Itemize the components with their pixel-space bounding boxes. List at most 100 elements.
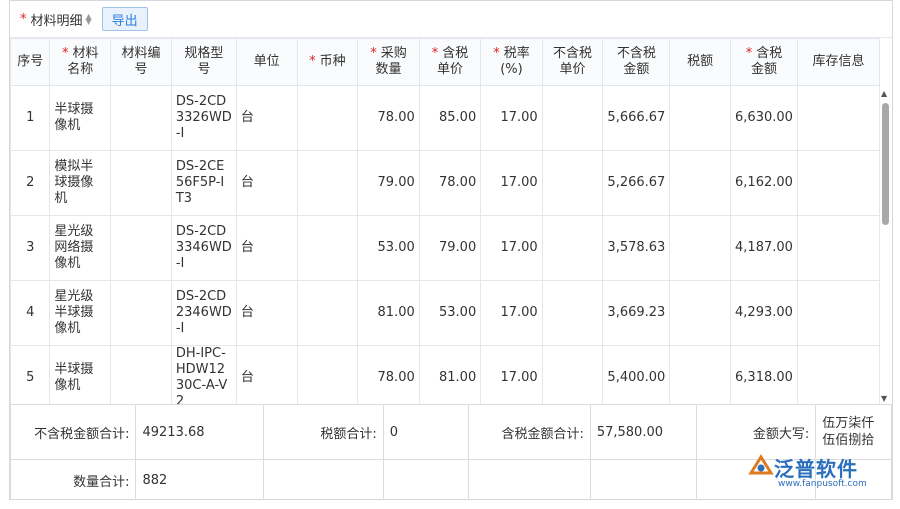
column-header[interactable]: 不含税 金额	[602, 38, 671, 86]
cell-name[interactable]: 半球摄 像机	[49, 345, 112, 404]
column-header[interactable]: * 材料 名称	[49, 38, 112, 86]
table-row[interactable]: 1 半球摄 像机 DS-2CD 3326WD -I 台 78.00 85.00 17.00 5…	[10, 85, 880, 151]
cell-unit[interactable]: 台	[235, 215, 298, 281]
cell-rate[interactable]: 17.00	[480, 280, 543, 346]
column-header[interactable]: * 含税 金额	[730, 38, 798, 86]
cell-name[interactable]: 半球摄 像机	[49, 85, 112, 151]
cell-spec[interactable]: DS-2CD 3346WD -I	[170, 215, 237, 281]
qty-total-label: 数量合计:	[10, 459, 137, 499]
cell-tax[interactable]	[669, 85, 732, 151]
column-header[interactable]: * 采购 数量	[357, 38, 420, 86]
cell-tax[interactable]	[669, 215, 732, 281]
cell-net-amount[interactable]: 5,666.67	[602, 85, 671, 151]
cell-spec[interactable]: DH-IPC- HDW12 30C-A-V 2	[170, 345, 237, 404]
cell-idx[interactable]: 4	[10, 280, 51, 346]
cell-price[interactable]: 78.00	[418, 150, 482, 216]
cell-currency[interactable]	[296, 345, 359, 404]
column-header[interactable]: * 税率 (%)	[480, 38, 543, 86]
cell-net-amount[interactable]: 5,400.00	[602, 345, 671, 404]
table-row[interactable]: 3 星光级 网络摄 像机 DS-2CD 3346WD -I 台 53.00 79.00 17…	[10, 215, 880, 281]
cell-qty[interactable]: 53.00	[357, 215, 420, 281]
cell-amount[interactable]: 4,293.00	[730, 280, 798, 346]
cell-net-price[interactable]	[541, 215, 604, 281]
cell-net-price[interactable]	[541, 150, 604, 216]
table-row[interactable]: 2 模拟半 球摄像 机 DS-2CE 56F5P-I T3 台 79.00 78.00 17…	[10, 150, 880, 216]
scrollbar-thumb[interactable]	[882, 103, 889, 225]
cell-code[interactable]	[110, 215, 172, 281]
column-header[interactable]: 库存信息	[796, 38, 880, 86]
cell-rate[interactable]: 17.00	[480, 215, 543, 281]
cell-idx[interactable]: 2	[10, 150, 51, 216]
toolbar: * 材料明细 ▲ ▼ 导出	[10, 1, 892, 38]
cell-qty[interactable]: 81.00	[357, 280, 420, 346]
cell-price[interactable]: 53.00	[418, 280, 482, 346]
cell-net-price[interactable]	[541, 345, 604, 404]
cell-net-price[interactable]	[541, 85, 604, 151]
table-row[interactable]: 5 半球摄 像机 DH-IPC- HDW12 30C-A-V 2 台 78.00 81.0…	[10, 345, 880, 404]
column-header[interactable]: 不含税 单价	[541, 38, 604, 86]
cell-unit[interactable]: 台	[235, 345, 298, 404]
cell-amount[interactable]: 6,630.00	[730, 85, 798, 151]
cell-currency[interactable]	[296, 215, 359, 281]
cell-net-amount[interactable]: 5,266.67	[602, 150, 671, 216]
cell-idx[interactable]: 3	[10, 215, 51, 281]
cell-unit[interactable]: 台	[235, 85, 298, 151]
cell-spec[interactable]: DS-2CD 2346WD -I	[170, 280, 237, 346]
cell-name[interactable]: 星光级 网络摄 像机	[49, 215, 112, 281]
export-button[interactable]: 导出	[101, 7, 148, 31]
cell-stock[interactable]	[796, 85, 880, 151]
cell-price[interactable]: 79.00	[418, 215, 482, 281]
cell-name[interactable]: 星光级 半球摄 像机	[49, 280, 112, 346]
column-header-label: 规格型 号	[184, 46, 224, 77]
cell-idx[interactable]: 5	[10, 345, 51, 404]
cell-currency[interactable]	[296, 150, 359, 216]
cell-spec[interactable]: DS-2CE 56F5P-I T3	[170, 150, 237, 216]
scroll-down-icon[interactable]: ▼	[881, 394, 887, 403]
vertical-scrollbar[interactable]: ▲ ▼	[879, 85, 892, 405]
cell-rate[interactable]: 17.00	[480, 150, 543, 216]
cell-currency[interactable]	[296, 85, 359, 151]
column-header[interactable]: 单位	[235, 38, 298, 86]
cell-amount[interactable]: 6,162.00	[730, 150, 798, 216]
table-row[interactable]: 4 星光级 半球摄 像机 DS-2CD 2346WD -I 台 81.00 53.00 17…	[10, 280, 880, 346]
column-header[interactable]: * 含税 单价	[418, 38, 482, 86]
cell-unit[interactable]: 台	[235, 150, 298, 216]
cell-name[interactable]: 模拟半 球摄像 机	[49, 150, 112, 216]
cell-spec[interactable]: DS-2CD 3326WD -I	[170, 85, 237, 151]
cell-code[interactable]	[110, 345, 172, 404]
cell-rate[interactable]: 17.00	[480, 85, 543, 151]
cell-code[interactable]	[110, 85, 172, 151]
cell-price[interactable]: 85.00	[418, 85, 482, 151]
cell-tax[interactable]	[669, 280, 732, 346]
column-header[interactable]: 税额	[669, 38, 732, 86]
cell-tax[interactable]	[669, 345, 732, 404]
column-header[interactable]: 规格型 号	[170, 38, 237, 86]
cell-unit[interactable]: 台	[235, 280, 298, 346]
column-header[interactable]: 序号	[10, 38, 51, 86]
cell-net-price[interactable]	[541, 280, 604, 346]
cell-code[interactable]	[110, 150, 172, 216]
cell-stock[interactable]	[796, 150, 880, 216]
cell-stock[interactable]	[796, 280, 880, 346]
cell-stock[interactable]	[796, 215, 880, 281]
cell-amount[interactable]: 6,318.00	[730, 345, 798, 404]
column-header[interactable]: 材料编 号	[110, 38, 172, 86]
cell-qty[interactable]: 79.00	[357, 150, 420, 216]
cell-qty[interactable]: 78.00	[357, 85, 420, 151]
cell-amount[interactable]: 4,187.00	[730, 215, 798, 281]
cell-tax[interactable]	[669, 150, 732, 216]
sort-icon[interactable]: ▲ ▼	[86, 13, 92, 26]
cell-currency[interactable]	[296, 280, 359, 346]
table-body-viewport[interactable]: 序号 * 材料 名称 材料编 号规格型 号单位 * 币种 * 采购 数量 * 含税 单价 * 税率 (…	[10, 38, 880, 404]
scroll-up-icon[interactable]: ▲	[881, 89, 887, 98]
required-marker: *	[493, 46, 500, 61]
cell-stock[interactable]	[796, 345, 880, 404]
column-header[interactable]: * 币种	[296, 38, 359, 86]
cell-qty[interactable]: 78.00	[357, 345, 420, 404]
cell-rate[interactable]: 17.00	[480, 345, 543, 404]
cell-idx[interactable]: 1	[10, 85, 51, 151]
cell-net-amount[interactable]: 3,578.63	[602, 215, 671, 281]
cell-price[interactable]: 81.00	[418, 345, 482, 404]
cell-code[interactable]	[110, 280, 172, 346]
cell-net-amount[interactable]: 3,669.23	[602, 280, 671, 346]
